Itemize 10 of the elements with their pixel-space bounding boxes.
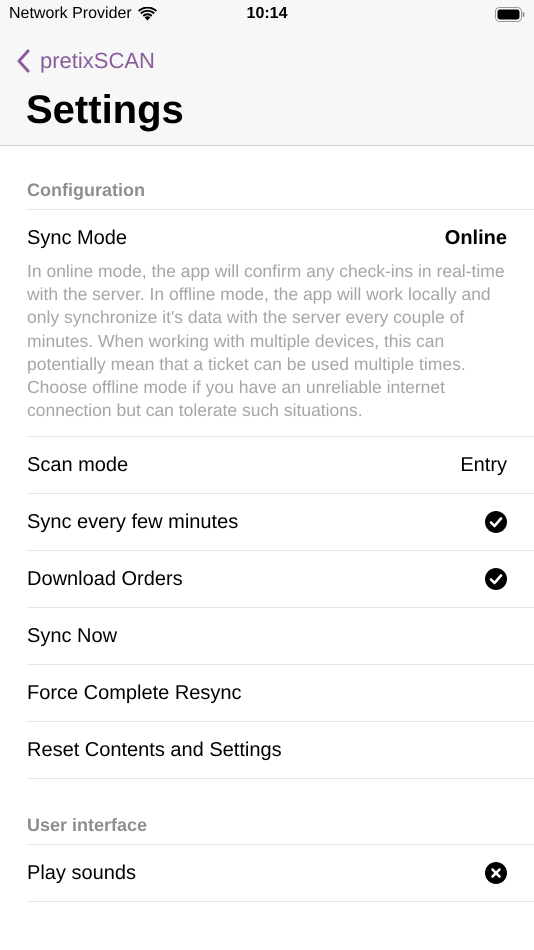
page-title: Settings bbox=[25, 87, 185, 134]
setting-value: Entry bbox=[460, 454, 507, 477]
setting-description: In online mode, the app will confirm any check-ins in real-time with the server. In offline mode, the app will work locally and only synchronize it's data with the server every couple of minutes. When working with multiple devices, this can potentially mean that a ticket can be used multiple times. Choose offline mode if you have an unreliable internet connection but can tolerate such situations. bbox=[27, 260, 506, 422]
status-time: 10:14 bbox=[246, 5, 288, 23]
chevron-icon bbox=[16, 49, 30, 73]
carrier-name: Network Provider bbox=[9, 5, 132, 23]
setting-value: Online bbox=[444, 226, 507, 250]
battery-icon bbox=[495, 6, 525, 22]
wifi-icon bbox=[138, 7, 157, 21]
back-button[interactable]: pretixSCAN bbox=[0, 28, 171, 80]
